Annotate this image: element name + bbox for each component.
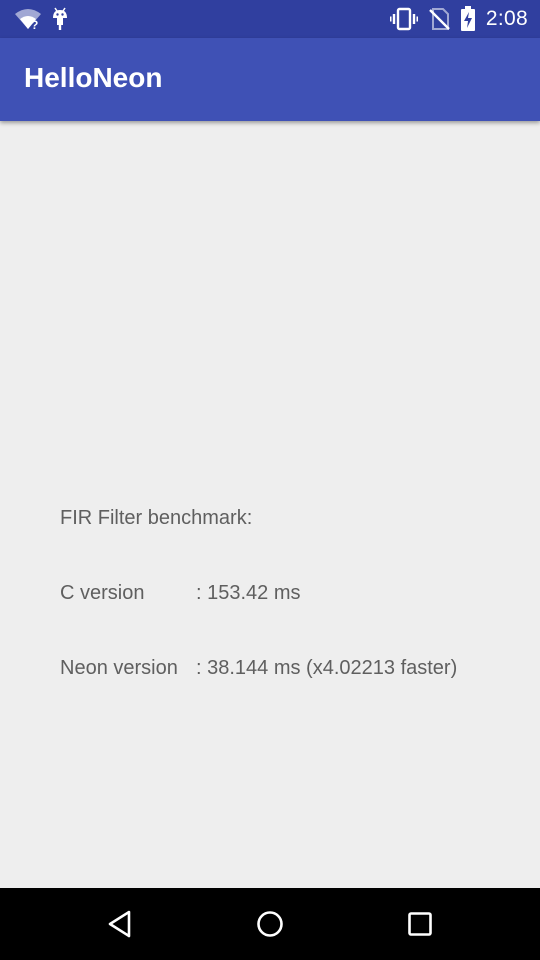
home-button[interactable]: [250, 904, 290, 944]
benchmark-c-label: C version: [60, 582, 145, 604]
status-clock: 2:08: [485, 7, 528, 30]
app-bar: HelloNeon: [0, 38, 540, 121]
benchmark-c-value: : 153.42 ms: [196, 582, 301, 604]
back-icon: [107, 910, 133, 938]
status-left-icons: ?: [14, 6, 70, 32]
app-title: HelloNeon: [24, 62, 163, 93]
no-sim-icon: [428, 7, 450, 31]
main-content: FIR Filter benchmark: C version : 153.42 …: [0, 121, 540, 888]
recents-icon: [407, 911, 433, 937]
benchmark-c-row: C version : 153.42 ms: [60, 581, 457, 606]
vibrate-icon: [389, 7, 418, 31]
android-debug-icon: [50, 7, 70, 31]
benchmark-heading: FIR Filter benchmark:: [60, 507, 253, 529]
status-bar: ? 2:08: [0, 0, 540, 38]
svg-text:?: ?: [31, 18, 38, 31]
wifi-unknown-icon: ?: [14, 7, 42, 31]
back-button[interactable]: [100, 904, 140, 944]
status-right-icons: 2:08: [389, 5, 528, 33]
recents-button[interactable]: [400, 904, 440, 944]
navigation-bar: [0, 888, 540, 960]
benchmark-neon-label: Neon version: [60, 657, 178, 679]
home-icon: [256, 910, 284, 938]
battery-charging-icon: [460, 6, 476, 32]
benchmark-neon-row: Neon version : 38.144 ms (x4.02213 faster…: [60, 656, 457, 681]
benchmark-results: FIR Filter benchmark: C version : 153.42 …: [60, 456, 457, 731]
benchmark-neon-value: : 38.144 ms (x4.02213 faster): [196, 657, 458, 679]
